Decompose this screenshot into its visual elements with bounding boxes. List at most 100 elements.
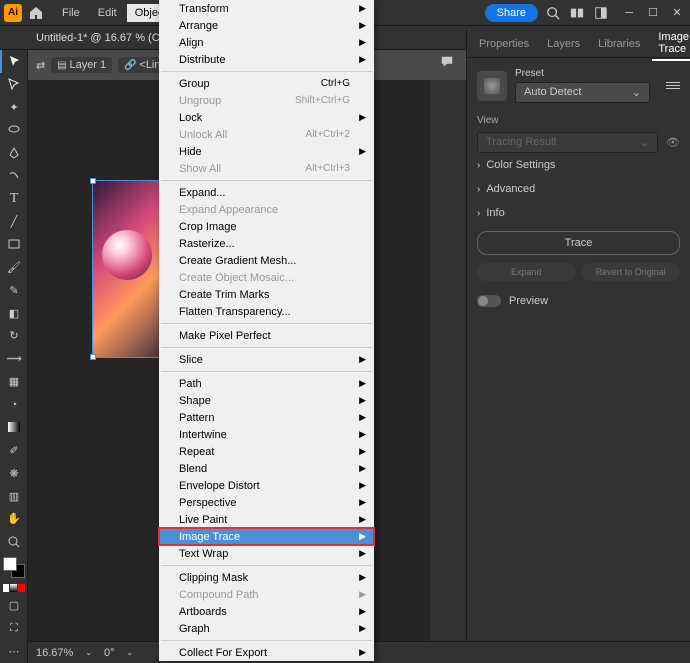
submenu-arrow-icon: ▶ [359,378,366,389]
tab-properties[interactable]: Properties [473,34,535,54]
preset-dropdown[interactable]: Auto Detect ⌄ [515,82,650,103]
comment-icon[interactable] [439,55,455,69]
resize-handle[interactable] [90,178,96,184]
width-tool[interactable]: ⟿ [0,347,28,370]
maximize-button[interactable]: ☐ [644,6,662,20]
submenu-arrow-icon: ▶ [359,412,366,423]
menu-item-image-trace[interactable]: Image Trace▶ [159,528,374,545]
magic-wand-tool[interactable]: ✦ [0,96,28,119]
share-button[interactable]: Share [485,4,538,22]
menu-item-arrange[interactable]: Arrange▶ [159,17,374,34]
direct-selection-tool[interactable] [0,73,28,96]
rotate-value[interactable]: 0° [104,647,115,659]
menu-item-create-gradient-mesh[interactable]: Create Gradient Mesh... [159,252,374,269]
menu-item-clipping-mask[interactable]: Clipping Mask▶ [159,569,374,586]
zoom-level[interactable]: 16.67% [36,647,73,659]
graph-tool[interactable]: ▥ [0,485,28,508]
menu-item-blend[interactable]: Blend▶ [159,460,374,477]
app-logo: Ai [4,4,22,22]
menu-edit[interactable]: Edit [90,4,125,22]
menu-item-hide[interactable]: Hide▶ [159,143,374,160]
lasso-tool[interactable] [0,119,28,142]
menu-item-text-wrap[interactable]: Text Wrap▶ [159,545,374,562]
menu-item-make-pixel-perfect[interactable]: Make Pixel Perfect [159,327,374,344]
zoom-tool[interactable] [0,530,28,553]
workspace-icon[interactable] [594,6,608,20]
section-advanced[interactable]: Advanced [477,177,680,201]
menu-item-crop-image[interactable]: Crop Image [159,218,374,235]
menu-file[interactable]: File [54,4,88,22]
tab-image-trace[interactable]: Image Trace [652,27,690,61]
menu-item-repeat[interactable]: Repeat▶ [159,443,374,460]
menu-item-envelope-distort[interactable]: Envelope Distort▶ [159,477,374,494]
submenu-arrow-icon: ▶ [359,354,366,365]
preview-toggle[interactable] [477,295,501,307]
submenu-arrow-icon: ▶ [359,446,366,457]
fill-stroke-swatch[interactable] [3,557,25,578]
tab-libraries[interactable]: Libraries [592,34,646,54]
shaper-tool[interactable]: ✎ [0,279,28,302]
rectangle-tool[interactable] [0,233,28,256]
home-icon[interactable] [28,5,44,21]
menu-item-perspective[interactable]: Perspective▶ [159,494,374,511]
shortcut-text: Alt+Ctrl+2 [306,129,350,140]
shape-builder-tool[interactable]: ◔ [0,393,28,416]
resize-handle[interactable] [90,354,96,360]
menu-item-live-paint[interactable]: Live Paint▶ [159,511,374,528]
menu-item-slice[interactable]: Slice▶ [159,351,374,368]
menu-item-collect-for-export[interactable]: Collect For Export▶ [159,644,374,661]
selection-tool[interactable] [0,50,28,73]
panel-menu-icon[interactable] [666,82,680,89]
section-info[interactable]: Info [477,201,680,225]
document-tab[interactable]: Untitled-1* @ 16.67 % (CMY [36,32,176,44]
search-icon[interactable] [546,6,560,20]
tab-layers[interactable]: Layers [541,34,586,54]
paintbrush-tool[interactable]: 🖌 [0,256,28,279]
symbol-sprayer-tool[interactable]: ❋ [0,462,28,485]
color-mode-icons[interactable] [3,584,25,592]
menu-item-expand[interactable]: Expand... [159,184,374,201]
menu-item-path[interactable]: Path▶ [159,375,374,392]
arrange-icon[interactable] [570,6,584,20]
menu-item-rasterize[interactable]: Rasterize... [159,235,374,252]
minimize-button[interactable]: ─ [620,6,638,20]
menu-item-shape[interactable]: Shape▶ [159,392,374,409]
close-button[interactable]: ✕ [668,6,686,20]
submenu-arrow-icon: ▶ [359,623,366,634]
draw-mode-icon[interactable]: ▢ [0,594,28,617]
menu-item-pattern[interactable]: Pattern▶ [159,409,374,426]
layer-indicator[interactable]: ▤ Layer 1 [51,57,112,73]
section-color-settings[interactable]: Color Settings [477,153,680,177]
line-tool[interactable]: ╱ [0,210,28,233]
edit-toolbar-icon[interactable]: ⋯ [0,640,28,663]
swap-icon[interactable]: ⇄ [36,59,45,72]
menu-item-artboards[interactable]: Artboards▶ [159,603,374,620]
curvature-tool[interactable] [0,164,28,187]
menu-item-create-trim-marks[interactable]: Create Trim Marks [159,286,374,303]
screen-mode-icon[interactable]: ⛶ [0,617,28,640]
eyedropper-tool[interactable]: ✐ [0,439,28,462]
type-tool[interactable]: T [0,187,28,210]
menu-item-flatten-transparency[interactable]: Flatten Transparency... [159,303,374,320]
menu-item-group[interactable]: GroupCtrl+G [159,75,374,92]
menu-item-transform[interactable]: Transform▶ [159,0,374,17]
submenu-arrow-icon: ▶ [359,146,366,157]
eraser-tool[interactable]: ◧ [0,302,28,325]
eye-icon[interactable]: 👁 [666,136,680,149]
menu-item-distribute[interactable]: Distribute▶ [159,51,374,68]
menu-item-lock[interactable]: Lock▶ [159,109,374,126]
pen-tool[interactable] [0,142,28,165]
hand-tool[interactable]: ✋ [0,508,28,531]
shortcut-text: Ctrl+G [321,78,350,89]
chevron-down-icon[interactable]: ⌄ [127,648,134,657]
menu-item-align[interactable]: Align▶ [159,34,374,51]
trace-button[interactable]: Trace [477,231,680,255]
gradient-tool[interactable] [0,416,28,439]
menu-item-graph[interactable]: Graph▶ [159,620,374,637]
chevron-down-icon[interactable]: ⌄ [85,648,92,657]
rotate-tool[interactable]: ↻ [0,325,28,348]
menu-item-show-all: Show AllAlt+Ctrl+3 [159,160,374,177]
menu-item-intertwine[interactable]: Intertwine▶ [159,426,374,443]
free-transform-tool[interactable]: ▦ [0,370,28,393]
submenu-arrow-icon: ▶ [359,647,366,658]
